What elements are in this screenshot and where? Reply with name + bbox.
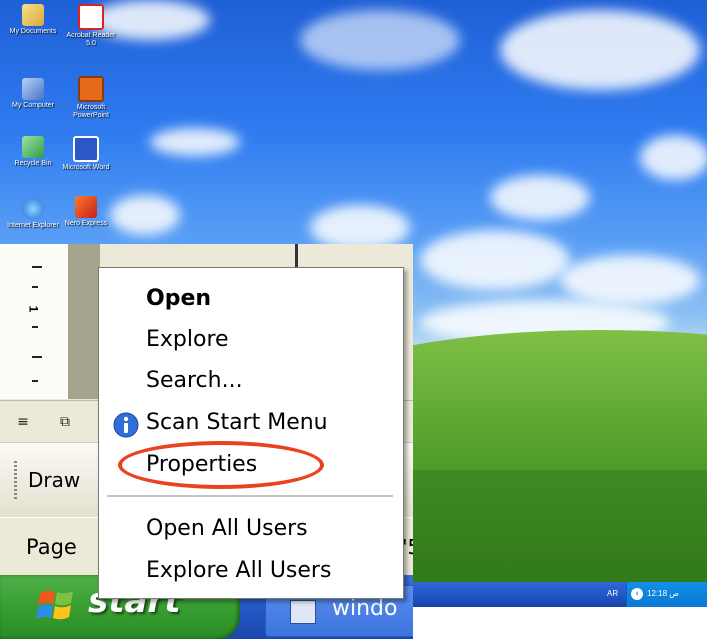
menu-item-open[interactable]: Open <box>146 286 211 311</box>
folder-icon <box>22 4 44 26</box>
document-area: 1 <box>0 244 100 399</box>
ruler-mark <box>32 266 42 268</box>
page-indicator: Page <box>26 535 77 559</box>
nero-logo-icon <box>75 196 97 218</box>
menu-item-open-all-users[interactable]: Open All Users <box>146 516 308 541</box>
computer-icon <box>22 78 44 100</box>
toolbar-grip-icon[interactable] <box>14 461 17 501</box>
system-tray: AR ‹ 12:18 ص <box>607 582 707 607</box>
word-logo-icon <box>73 136 99 162</box>
cloud <box>560 255 700 305</box>
window-icon <box>290 600 316 624</box>
ruler-mark <box>32 380 38 382</box>
menu-item-scan-start-menu[interactable]: Scan Start Menu <box>146 410 328 435</box>
cloud <box>420 230 570 290</box>
my-computer-icon[interactable]: My Computer <box>4 78 62 110</box>
web-layout-icon[interactable]: ⧉ <box>56 413 74 431</box>
cloud <box>640 135 707 180</box>
workspace-background <box>68 244 100 399</box>
nero-express-icon[interactable]: Nero Express <box>57 196 115 228</box>
ruler-mark <box>32 326 38 328</box>
acrobat-icon <box>78 4 104 30</box>
powerpoint-logo-icon <box>78 76 104 102</box>
internet-explorer-icon[interactable]: Internet Explorer <box>4 198 62 230</box>
cloud <box>300 10 460 70</box>
menu-item-explore-all-users[interactable]: Explore All Users <box>146 558 331 583</box>
my-documents-icon[interactable]: My Documents <box>4 4 62 36</box>
menu-separator <box>107 495 393 498</box>
ruler-mark <box>32 286 38 288</box>
windows-logo-icon <box>36 590 73 620</box>
cloud <box>500 10 700 90</box>
taskbar-window-label: windo <box>332 596 398 621</box>
cloud <box>150 128 240 156</box>
clock: 12:18 ص <box>647 589 679 598</box>
draw-menu-button[interactable]: Draw <box>28 468 80 492</box>
properties-highlight-ring <box>118 441 324 489</box>
cloud <box>490 175 590 220</box>
tray-expand-icon[interactable]: ‹ <box>631 588 643 600</box>
bin-icon <box>22 136 44 158</box>
ie-logo-icon <box>22 198 44 220</box>
menu-item-search[interactable]: Search... <box>146 368 243 393</box>
word-icon[interactable]: Microsoft Word <box>57 136 115 172</box>
recycle-bin-icon[interactable]: Recycle Bin <box>4 136 62 168</box>
powerpoint-icon[interactable]: Microsoft PowerPoint <box>62 76 120 120</box>
context-menu: Open Explore Search... Scan Start Menu P… <box>98 267 404 599</box>
menu-item-explore[interactable]: Explore <box>146 327 229 352</box>
ruler-number: 1 <box>26 305 41 313</box>
ruler-mark <box>32 356 42 358</box>
normal-view-icon[interactable]: ≡ <box>14 413 32 431</box>
acrobat-reader-icon[interactable]: Acrobat Reader 5.0 <box>62 4 120 48</box>
cloud <box>110 195 180 235</box>
scan-info-icon <box>113 412 139 438</box>
language-indicator[interactable]: AR <box>607 589 618 598</box>
vertical-ruler: 1 <box>0 244 69 399</box>
